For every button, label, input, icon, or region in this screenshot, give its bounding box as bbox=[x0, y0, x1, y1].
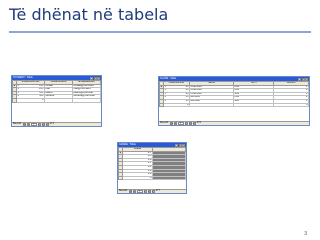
class-window-title: CLASS : Table bbox=[160, 76, 177, 80]
expand-icon[interactable]: + bbox=[165, 93, 167, 95]
slide-title: Të dhënat në tabela bbox=[9, 5, 169, 24]
grade-window-title: GRADE : Table bbox=[119, 142, 136, 146]
record-total: of 4 bbox=[49, 122, 54, 126]
expand-icon[interactable]: + bbox=[18, 89, 20, 91]
expand-icon[interactable]: + bbox=[165, 97, 167, 99]
record-label: Record: bbox=[13, 122, 22, 126]
last-record-icon[interactable]: ▸| bbox=[41, 123, 45, 126]
expand-icon[interactable]: + bbox=[165, 90, 167, 92]
new-record-icon[interactable]: ▸* bbox=[45, 123, 49, 126]
next-record-icon[interactable]: ▸ bbox=[143, 190, 147, 193]
first-record-icon[interactable]: |◂ bbox=[169, 122, 173, 125]
previous-record-icon[interactable]: ◂ bbox=[132, 190, 136, 193]
record-total: of 7 bbox=[155, 189, 160, 193]
grade-table-window[interactable]: GRADE : Table _ □ × Grade ▸ 3.7 3.5 3.0 … bbox=[117, 142, 187, 194]
table-cell[interactable] bbox=[189, 102, 234, 108]
record-position-input[interactable]: 1 bbox=[177, 122, 184, 125]
previous-record-icon[interactable]: ◂ bbox=[26, 123, 30, 126]
next-record-icon[interactable]: ▸ bbox=[184, 122, 188, 125]
table-cell[interactable]: 0 bbox=[122, 175, 153, 181]
last-record-icon[interactable]: ▸| bbox=[188, 122, 192, 125]
expand-icon[interactable]: + bbox=[165, 86, 167, 88]
record-total: of 5 bbox=[196, 121, 201, 125]
new-record-row[interactable]: * 0 bbox=[118, 175, 186, 181]
table-cell[interactable] bbox=[72, 98, 101, 103]
expand-icon[interactable]: + bbox=[165, 100, 167, 102]
record-position-input[interactable]: 1 bbox=[30, 123, 37, 126]
new-record-icon[interactable]: ▸* bbox=[151, 190, 155, 193]
record-position-input[interactable]: 1 bbox=[136, 190, 143, 193]
first-record-icon[interactable]: |◂ bbox=[22, 123, 26, 126]
empty-grid-area bbox=[152, 175, 186, 181]
close-icon[interactable]: × bbox=[97, 76, 100, 80]
close-icon[interactable]: × bbox=[182, 143, 185, 147]
table-cell[interactable] bbox=[233, 102, 274, 108]
expand-icon[interactable]: + bbox=[18, 85, 20, 87]
class-datasheet: ClassNumber Name Term Section ▸ + 10 Che… bbox=[159, 81, 309, 108]
record-navigation-bar: Record: |◂ ◂ 1 ▸ ▸| ▸* of 5 bbox=[159, 121, 309, 125]
record-navigation-bar: Record: |◂ ◂ 1 ▸ ▸| ▸* of 4 bbox=[12, 122, 101, 126]
last-record-icon[interactable]: ▸| bbox=[147, 190, 151, 193]
student-table-window[interactable]: STUDENT : Table _ □ × StudentNumber Stud… bbox=[11, 75, 102, 127]
record-label: Record: bbox=[119, 189, 128, 193]
first-record-icon[interactable]: |◂ bbox=[128, 190, 132, 193]
previous-record-icon[interactable]: ◂ bbox=[173, 122, 177, 125]
expand-icon[interactable]: + bbox=[18, 92, 20, 94]
next-record-icon[interactable]: ▸ bbox=[37, 123, 41, 126]
new-record-icon[interactable]: ▸* bbox=[192, 122, 196, 125]
record-navigation-bar: Record: |◂ ◂ 1 ▸ ▸| ▸* of 7 bbox=[118, 189, 186, 193]
table-cell[interactable] bbox=[44, 98, 73, 103]
grade-datasheet: Grade ▸ 3.7 3.5 3.0 3.7 3.1 3.9 2.8 * 0 bbox=[118, 147, 186, 181]
close-icon[interactable]: × bbox=[305, 77, 308, 81]
new-record-row[interactable]: * 0 0 bbox=[159, 102, 309, 108]
record-label: Record: bbox=[160, 121, 169, 125]
table-cell[interactable]: 0 bbox=[163, 102, 190, 108]
title-divider bbox=[9, 31, 311, 33]
expand-icon[interactable]: + bbox=[18, 96, 20, 98]
student-window-title: STUDENT : Table bbox=[13, 75, 33, 79]
class-table-window[interactable]: CLASS : Table _ □ × ClassNumber Name Ter… bbox=[158, 76, 310, 126]
slide-number: 3 bbox=[304, 231, 307, 237]
table-cell[interactable]: 0 bbox=[273, 102, 309, 108]
student-datasheet: StudentNumber StudentName EmailAddress ▸… bbox=[12, 80, 101, 103]
new-record-row[interactable]: * 0 bbox=[12, 98, 101, 103]
table-cell[interactable]: 0 bbox=[16, 98, 45, 103]
